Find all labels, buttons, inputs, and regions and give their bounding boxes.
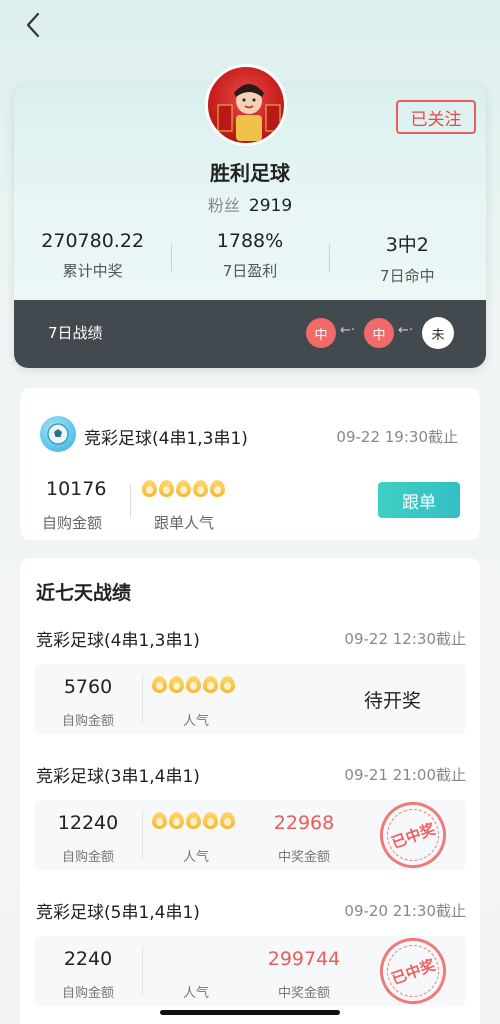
popularity-rating xyxy=(142,480,225,497)
divider xyxy=(130,484,131,518)
history-section: 近七天战绩 竞彩足球(4串1,3串1) 09-22 12:30截止 5760 自… xyxy=(20,558,480,1024)
hot-flame-icon xyxy=(142,480,157,497)
hot-flame-icon xyxy=(152,812,167,829)
hot-flame-icon xyxy=(210,480,225,497)
seven-day-record-bar[interactable]: 7日战绩 中 ←· 中 ←· 未 xyxy=(14,300,486,368)
arrow-left-icon: ←· xyxy=(340,323,356,338)
history-item-name: 竞彩足球(5串1,4串1) xyxy=(36,903,200,923)
stat-value: 270780.22 xyxy=(41,230,145,252)
hot-flame-icon xyxy=(220,812,235,829)
won-stamp: 已中奖 xyxy=(370,928,456,1014)
won-stamp-text: 已中奖 xyxy=(379,937,447,1005)
current-bet-card[interactable]: 竞彩足球(4串1,3串1) 09-22 19:30截止 10176 自购金额 跟… xyxy=(20,388,480,540)
history-amount: 2240 xyxy=(63,948,113,970)
stat-label: 7日盈利 xyxy=(222,262,278,280)
bet-amount-label: 自购金额 xyxy=(42,514,103,532)
bet-title: 竞彩足球(4串1,3串1) xyxy=(84,429,248,449)
history-amount-label: 自购金额 xyxy=(61,714,114,729)
result-pending-badge: 未 xyxy=(422,317,454,349)
bet-deadline: 09-22 19:30截止 xyxy=(336,428,458,446)
history-item-details: 2240 自购金额 人气 299744 中奖金额 已中奖 xyxy=(34,928,466,1014)
username: 胜利足球 xyxy=(210,161,290,185)
stat-value: 3中2 xyxy=(385,234,429,256)
chevron-left-icon xyxy=(26,12,40,38)
stat-7day-profit: 1788% 7日盈利 xyxy=(171,230,328,290)
history-item-deadline: 09-22 12:30截止 xyxy=(344,630,466,648)
fans-label: 粉丝 xyxy=(207,196,240,215)
followed-button[interactable]: 已关注 xyxy=(396,100,476,134)
pending-status: 待开奖 xyxy=(364,690,422,712)
bet-amount: 10176 xyxy=(46,478,107,500)
won-stamp: 已中奖 xyxy=(370,792,456,878)
hot-flame-icon xyxy=(203,676,218,693)
hot-flame-icon xyxy=(203,812,218,829)
history-item-name: 竞彩足球(4串1,3串1) xyxy=(36,631,200,651)
popularity-label: 跟单人气 xyxy=(154,514,215,532)
popularity-label: 人气 xyxy=(182,850,209,865)
history-item-deadline: 09-20 21:30截止 xyxy=(344,902,466,920)
popularity-label: 人气 xyxy=(182,986,209,1001)
record-label: 7日战绩 xyxy=(48,324,103,342)
history-amount: 12240 xyxy=(57,812,119,834)
history-item-deadline: 09-21 21:00截止 xyxy=(344,766,466,784)
follow-bet-button[interactable]: 跟单 xyxy=(378,482,460,518)
hot-flame-icon xyxy=(186,676,201,693)
home-indicator[interactable] xyxy=(160,1010,340,1015)
stat-7day-hit: 3中2 7日命中 xyxy=(328,230,486,290)
history-amount-label: 自购金额 xyxy=(61,986,114,1001)
avatar[interactable] xyxy=(205,64,287,146)
back-button[interactable] xyxy=(18,10,48,40)
hot-flame-icon xyxy=(193,480,208,497)
history-title: 近七天战绩 xyxy=(36,582,132,604)
hot-flame-icon xyxy=(169,812,184,829)
result-hit-badge: 中 xyxy=(306,318,336,348)
hot-flame-icon xyxy=(186,812,201,829)
history-amount: 5760 xyxy=(63,676,113,698)
win-amount: 299744 xyxy=(267,948,341,970)
history-item-details: 12240 自购金额 人气 22968 中奖金额 已中奖 xyxy=(34,792,466,878)
hot-flame-icon xyxy=(169,676,184,693)
hot-flame-icon xyxy=(220,676,235,693)
popularity-label: 人气 xyxy=(182,714,209,729)
win-amount: 22968 xyxy=(273,812,335,834)
stat-value: 1788% xyxy=(216,230,284,252)
result-hit-badge: 中 xyxy=(364,318,394,348)
history-item-name: 竞彩足球(3串1,4串1) xyxy=(36,767,200,787)
stat-total-winnings: 270780.22 累计中奖 xyxy=(14,230,171,290)
win-amount-label: 中奖金额 xyxy=(277,986,330,1001)
popularity-rating xyxy=(152,812,235,829)
hot-flame-icon xyxy=(152,676,167,693)
arrow-left-icon: ←· xyxy=(398,323,414,338)
hot-flame-icon xyxy=(159,480,174,497)
football-icon xyxy=(40,416,76,452)
win-amount-label: 中奖金额 xyxy=(277,850,330,865)
won-stamp-text: 已中奖 xyxy=(379,801,447,869)
hot-flame-icon xyxy=(176,480,191,497)
stat-label: 7日命中 xyxy=(380,267,435,285)
popularity-rating xyxy=(152,676,235,693)
history-item-details: 5760 自购金额 人气 待开奖 xyxy=(34,664,466,734)
history-amount-label: 自购金额 xyxy=(61,850,114,865)
stats-row: 270780.22 累计中奖 1788% 7日盈利 3中2 7日命中 xyxy=(14,230,486,290)
fans-count: 粉丝 2919 xyxy=(0,192,500,216)
fans-number: 2919 xyxy=(248,196,293,216)
stat-label: 累计中奖 xyxy=(62,262,123,280)
